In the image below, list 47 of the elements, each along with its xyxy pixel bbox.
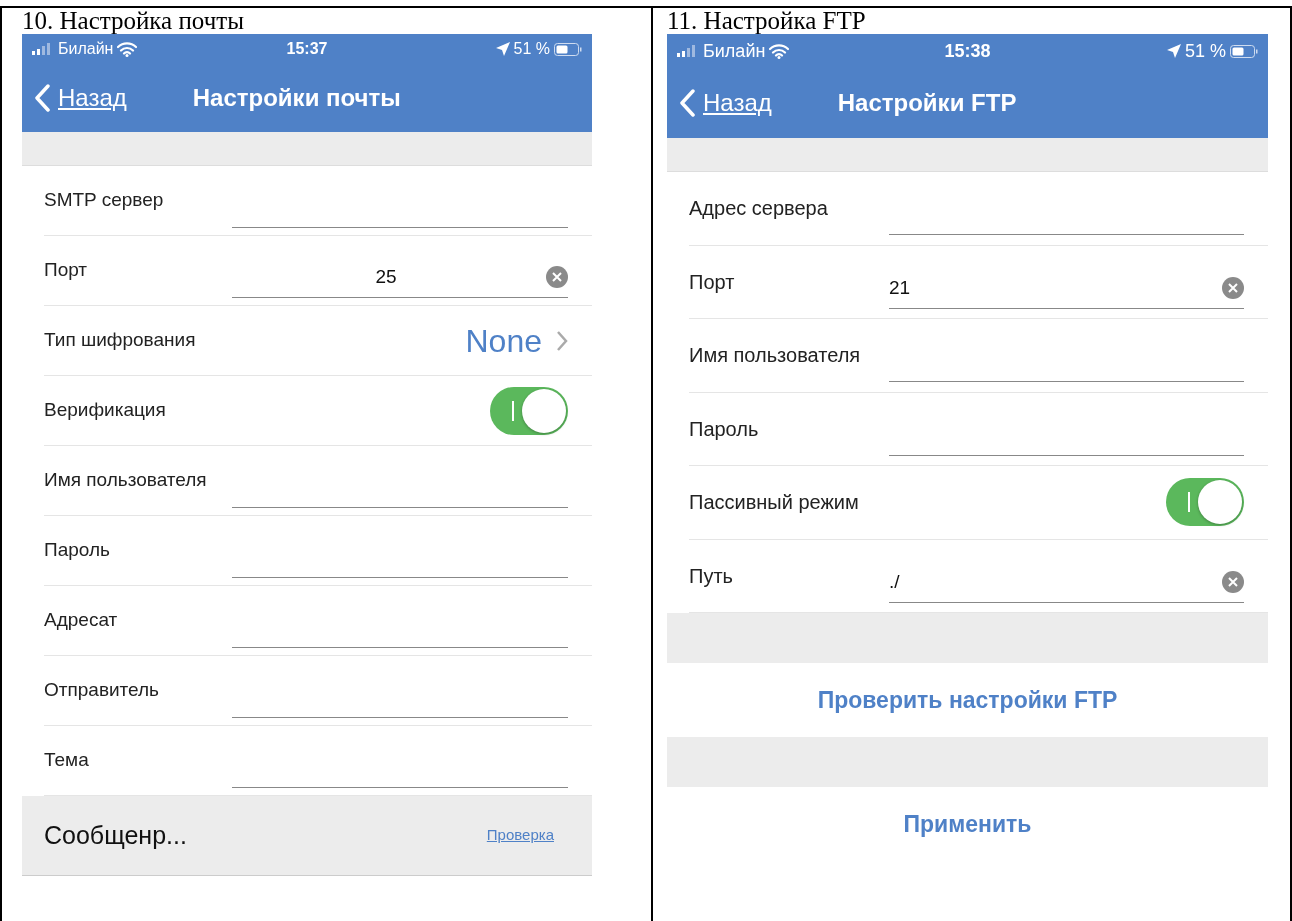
- message-text: Сообщенр...: [44, 819, 187, 851]
- field-label: Порт: [44, 258, 89, 283]
- field-label: Тип шифрования: [44, 328, 197, 353]
- field-label: Пассивный режим: [689, 490, 860, 516]
- clear-icon[interactable]: [1222, 277, 1244, 300]
- chevron-left-icon: [679, 89, 695, 117]
- battery-percent: 51 %: [1184, 39, 1226, 63]
- encryption-select[interactable]: None: [465, 316, 568, 365]
- toggle-switch[interactable]: [1166, 478, 1244, 527]
- figure-caption: 10. Настройка почты: [22, 8, 245, 34]
- field-label: Путь: [689, 563, 734, 589]
- field-label: Имя пользователя: [44, 468, 208, 493]
- battery-percent: 51 %: [513, 39, 550, 59]
- status-time: 15:38: [944, 39, 991, 63]
- field-label: Адресат: [44, 608, 119, 633]
- field-label: Верификация: [44, 398, 167, 423]
- battery-icon: [1230, 44, 1258, 58]
- back-link[interactable]: Назад: [703, 85, 772, 121]
- field-label: SMTP сервер: [44, 188, 165, 213]
- field-label: Имя пользователя: [689, 343, 862, 369]
- wifi-icon: [117, 41, 138, 57]
- field-label: Порт: [689, 269, 736, 295]
- check-link[interactable]: Проверка: [486, 824, 554, 847]
- toggle-switch[interactable]: [490, 386, 568, 435]
- back-link[interactable]: Назад: [58, 80, 127, 116]
- field-label: Тема: [44, 748, 90, 773]
- field-label: Отправитель: [44, 678, 161, 703]
- field-label: Пароль: [44, 538, 111, 563]
- chevron-right-icon: [556, 329, 568, 352]
- clear-icon[interactable]: [546, 266, 568, 288]
- figure-caption: 11. Настройка FTP: [667, 8, 867, 34]
- field-label: Адрес сервера: [689, 196, 829, 222]
- text-field[interactable]: 25: [232, 257, 540, 298]
- wifi-icon: [769, 43, 790, 59]
- battery-icon: [554, 42, 582, 56]
- text-field[interactable]: 21: [889, 268, 1216, 309]
- carrier-name: Билайн: [58, 39, 114, 59]
- field-label: Пароль: [689, 416, 760, 442]
- text-field[interactable]: ./: [889, 562, 1216, 603]
- chevron-left-icon: [34, 84, 50, 112]
- carrier-name: Билайн: [703, 39, 766, 63]
- location-arrow-icon: [495, 42, 510, 56]
- location-arrow-icon: [1166, 44, 1181, 58]
- clear-icon[interactable]: [1222, 571, 1244, 594]
- screen-title: Настройки FTP: [837, 88, 1017, 118]
- screen-title: Настройки почты: [192, 83, 401, 113]
- status-time: 15:37: [286, 39, 328, 59]
